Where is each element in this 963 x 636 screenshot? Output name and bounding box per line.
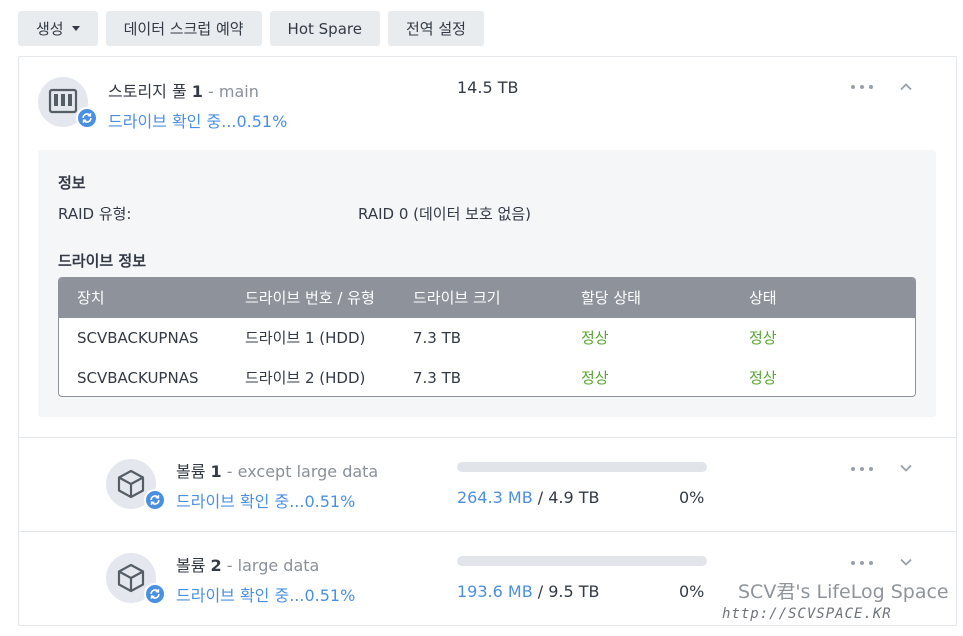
pool-size: 14.5 TB bbox=[457, 78, 519, 97]
volume-title-separator: - bbox=[226, 556, 233, 575]
pool-title-label: 스토리지 풀 bbox=[108, 82, 187, 101]
volume-title: 볼륨 1 - except large data bbox=[176, 458, 378, 482]
usage-progress-bar bbox=[457, 462, 707, 472]
hot-spare-label: Hot Spare bbox=[287, 19, 362, 38]
volume-used: 193.6 MB bbox=[457, 582, 533, 601]
volume-name: large data bbox=[237, 556, 320, 575]
watermark-url: http://SCVSPACE.KR bbox=[722, 606, 892, 622]
drive-table: 장치 드라이브 번호 / 유형 드라이브 크기 할당 상태 상태 SCVBACK… bbox=[58, 277, 916, 397]
cell-device: SCVBACKUPNAS bbox=[77, 369, 199, 387]
volume-percent: 0% bbox=[679, 488, 705, 507]
raid-type-label: RAID 유형: bbox=[58, 205, 132, 223]
cell-drive-size: 7.3 TB bbox=[413, 369, 462, 387]
create-button[interactable]: 생성 bbox=[18, 11, 98, 46]
cell-drive-number: 드라이브 2 (HDD) bbox=[245, 369, 366, 387]
volume-title: 볼륨 2 - large data bbox=[176, 552, 319, 576]
cube-icon bbox=[106, 553, 166, 605]
column-header-allocation[interactable]: 할당 상태 bbox=[581, 278, 641, 318]
volume-number: 1 bbox=[210, 462, 222, 481]
data-scrub-schedule-button[interactable]: 데이터 스크럽 예약 bbox=[105, 11, 262, 46]
pool-status: 드라이브 확인 중...0.51% bbox=[108, 112, 288, 131]
table-row[interactable]: SCVBACKUPNAS 드라이브 1 (HDD) 7.3 TB 정상 정상 bbox=[59, 318, 915, 358]
cell-status: 정상 bbox=[749, 369, 777, 387]
column-header-drive-size[interactable]: 드라이브 크기 bbox=[413, 278, 501, 318]
sync-icon bbox=[76, 107, 98, 129]
pool-number: 1 bbox=[191, 82, 203, 101]
pool-title: 스토리지 풀 1 - main bbox=[108, 78, 259, 102]
volume-total: 4.9 TB bbox=[548, 488, 600, 507]
cell-allocation: 정상 bbox=[581, 369, 609, 387]
caret-down-icon bbox=[71, 26, 80, 31]
cell-drive-number: 드라이브 1 (HDD) bbox=[245, 329, 366, 347]
create-button-label: 생성 bbox=[36, 20, 64, 38]
volume-total: 9.5 TB bbox=[548, 582, 600, 601]
chevron-up-icon[interactable] bbox=[898, 79, 914, 95]
data-scrub-schedule-label: 데이터 스크럽 예약 bbox=[123, 20, 244, 38]
drive-table-header: 장치 드라이브 번호 / 유형 드라이브 크기 할당 상태 상태 bbox=[59, 278, 915, 318]
pool-name: main bbox=[218, 82, 259, 101]
volume-title-label: 볼륨 bbox=[176, 556, 206, 575]
storage-panel: 스토리지 풀 1 - main 드라이브 확인 중...0.51% 14.5 T… bbox=[18, 56, 957, 626]
volume-title-label: 볼륨 bbox=[176, 462, 206, 481]
raid-type-value: RAID 0 (데이터 보호 없음) bbox=[358, 205, 531, 223]
toolbar: 생성 데이터 스크럽 예약 Hot Spare 전역 설정 bbox=[18, 11, 484, 46]
info-heading: 정보 bbox=[58, 174, 86, 192]
usage-slash: / bbox=[537, 582, 544, 601]
volume-title-separator: - bbox=[226, 462, 233, 481]
volume-number: 2 bbox=[210, 556, 222, 575]
sync-icon bbox=[144, 489, 166, 511]
global-settings-label: 전역 설정 bbox=[405, 20, 466, 38]
cell-status: 정상 bbox=[749, 329, 777, 347]
more-icon[interactable] bbox=[851, 559, 873, 567]
drive-info-heading: 드라이브 정보 bbox=[58, 252, 147, 270]
watermark-title: SCV君's LifeLog Space bbox=[738, 581, 949, 603]
cell-allocation: 정상 bbox=[581, 329, 609, 347]
volume-row-1[interactable]: 볼륨 1 - except large data 드라이브 확인 중...0.5… bbox=[19, 438, 956, 531]
volume-name: except large data bbox=[237, 462, 379, 481]
volume-status: 드라이브 확인 중...0.51% bbox=[176, 492, 356, 511]
chevron-down-icon[interactable] bbox=[898, 554, 914, 570]
column-header-status[interactable]: 상태 bbox=[749, 278, 777, 318]
cell-drive-size: 7.3 TB bbox=[413, 329, 462, 347]
global-settings-button[interactable]: 전역 설정 bbox=[387, 11, 484, 46]
volume-status: 드라이브 확인 중...0.51% bbox=[176, 586, 356, 605]
hot-spare-button[interactable]: Hot Spare bbox=[269, 11, 380, 46]
column-header-drive-number[interactable]: 드라이브 번호 / 유형 bbox=[245, 278, 375, 318]
pool-info-box: 정보 RAID 유형: RAID 0 (데이터 보호 없음) 드라이브 정보 장… bbox=[38, 150, 936, 417]
sync-icon bbox=[144, 583, 166, 605]
volume-usage: 193.6 MB / 9.5 TB bbox=[457, 582, 600, 601]
more-icon[interactable] bbox=[851, 83, 873, 91]
usage-slash: / bbox=[537, 488, 544, 507]
volume-percent: 0% bbox=[679, 582, 705, 601]
chevron-down-icon[interactable] bbox=[898, 460, 914, 476]
cell-device: SCVBACKUPNAS bbox=[77, 329, 199, 347]
pool-title-separator: - bbox=[208, 82, 214, 101]
volume-usage: 264.3 MB / 4.9 TB bbox=[457, 488, 600, 507]
nas-disk-icon bbox=[38, 77, 98, 129]
column-header-device[interactable]: 장치 bbox=[77, 278, 105, 318]
more-icon[interactable] bbox=[851, 465, 873, 473]
table-row[interactable]: SCVBACKUPNAS 드라이브 2 (HDD) 7.3 TB 정상 정상 bbox=[59, 358, 915, 396]
storage-pool-header[interactable]: 스토리지 풀 1 - main 드라이브 확인 중...0.51% 14.5 T… bbox=[19, 57, 956, 149]
usage-progress-bar bbox=[457, 556, 707, 566]
cube-icon bbox=[106, 459, 166, 511]
volume-used: 264.3 MB bbox=[457, 488, 533, 507]
